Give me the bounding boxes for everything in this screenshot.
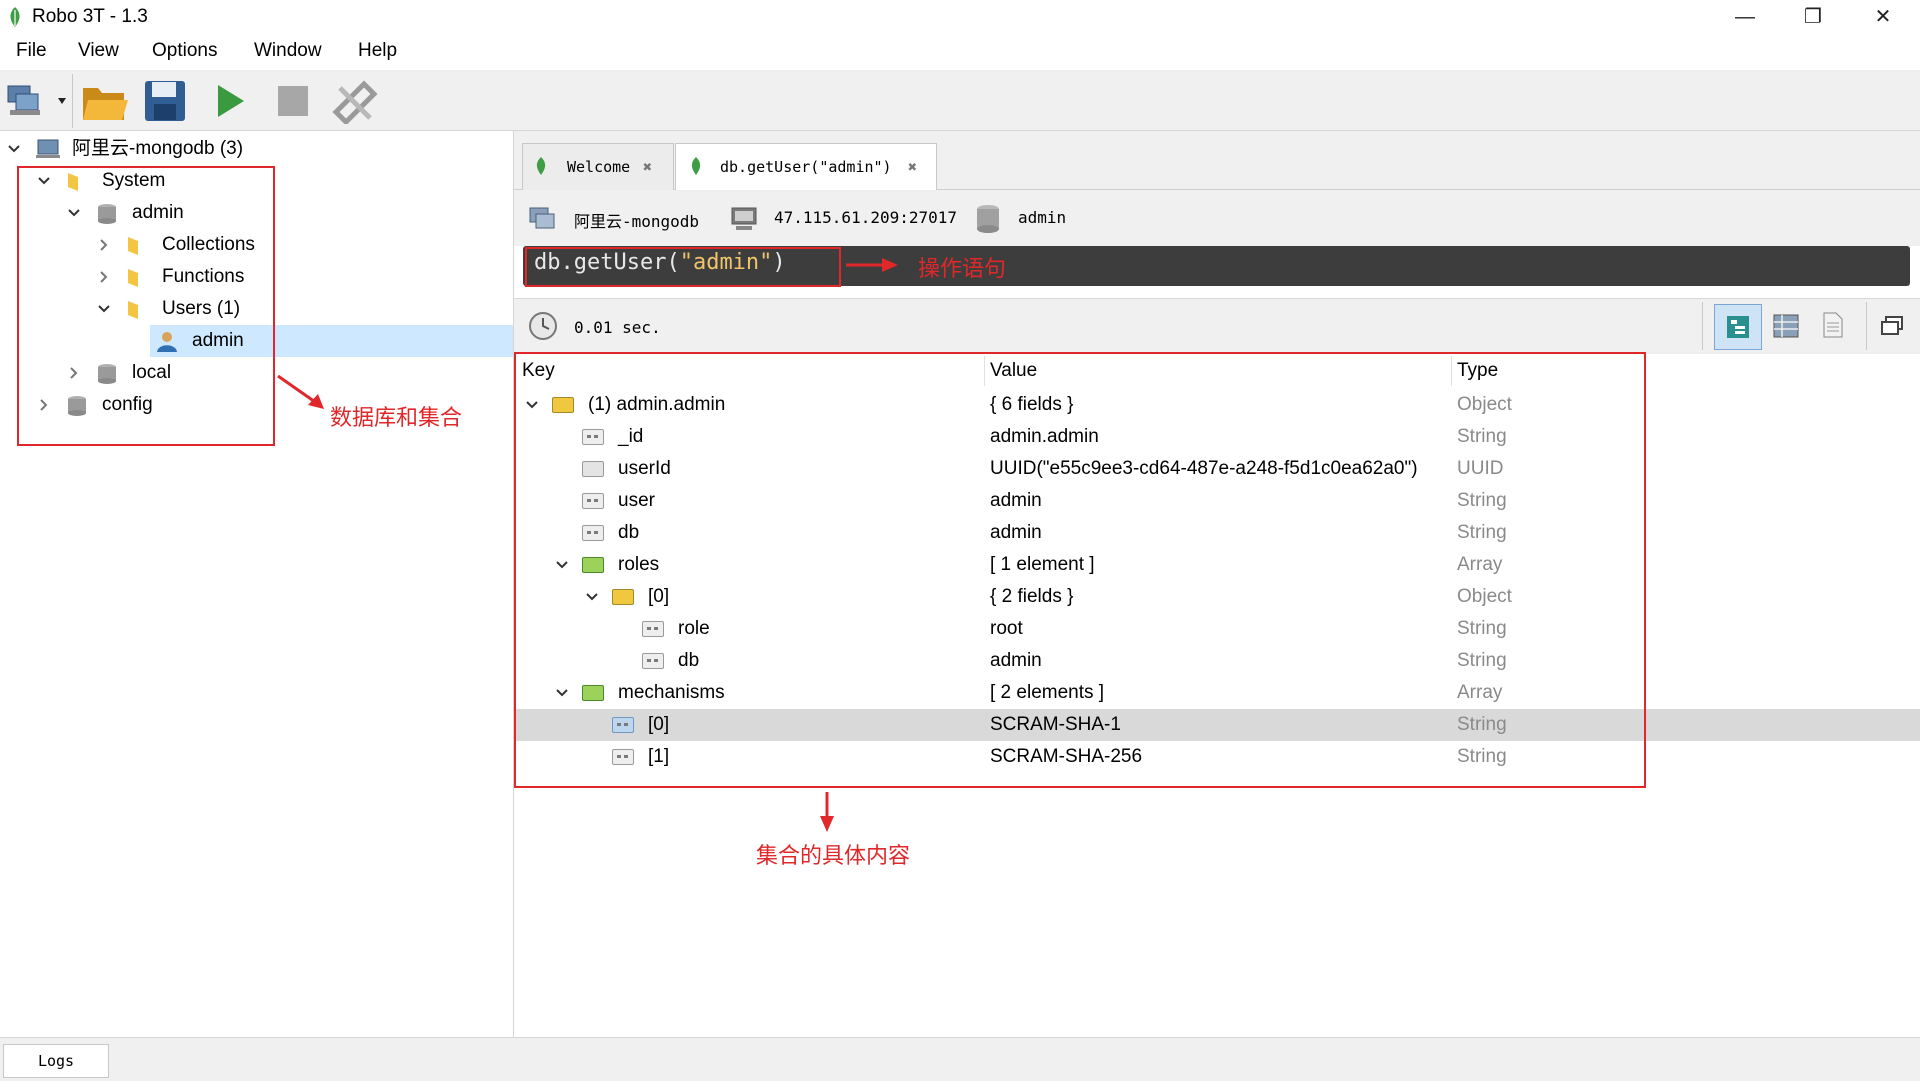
server-icon bbox=[36, 139, 60, 158]
chevron-down-icon[interactable] bbox=[6, 141, 22, 157]
database-icon bbox=[977, 205, 999, 233]
tab-query[interactable]: db.getUser("admin") ✖ bbox=[675, 143, 937, 190]
server-address: 47.115.61.209:27017 bbox=[774, 208, 958, 227]
connect-icon[interactable] bbox=[6, 82, 68, 120]
tab-welcome[interactable]: Welcome ✖ bbox=[522, 143, 674, 190]
annotation-box-query bbox=[525, 247, 841, 287]
annotation-query-note: 操作语句 bbox=[918, 257, 1007, 282]
text-view-icon[interactable] bbox=[1822, 312, 1844, 338]
annotation-arrow-icon bbox=[820, 792, 834, 832]
tab-label: db.getUser("admin") bbox=[720, 158, 892, 176]
save-icon[interactable] bbox=[142, 78, 188, 124]
refresh-icon[interactable] bbox=[330, 78, 380, 124]
clock-icon bbox=[529, 312, 557, 340]
annotation-tree-note: 数据库和集合 bbox=[330, 406, 463, 431]
close-tab-icon[interactable]: ✖ bbox=[908, 144, 917, 190]
run-icon[interactable] bbox=[214, 82, 248, 120]
toolbar-separator bbox=[72, 74, 73, 128]
connection-name: 阿里云-mongodb bbox=[574, 212, 700, 231]
tree-label: 阿里云-mongodb (3) bbox=[72, 138, 244, 159]
leaf-icon bbox=[691, 157, 701, 175]
menu-file[interactable]: File bbox=[16, 40, 47, 62]
connection-info-bar bbox=[514, 190, 1920, 246]
window-title: Robo 3T - 1.3 bbox=[32, 6, 148, 27]
annotation-arrow-icon bbox=[277, 374, 324, 409]
minimize-button[interactable]: — bbox=[1716, 0, 1774, 34]
restore-button[interactable]: ❐ bbox=[1784, 0, 1842, 34]
annotation-box-results bbox=[514, 352, 1646, 788]
tree-view-button[interactable] bbox=[1714, 304, 1762, 350]
table-view-icon[interactable] bbox=[1773, 314, 1799, 338]
leaf-icon bbox=[536, 157, 546, 175]
annotation-box-tree bbox=[17, 166, 275, 446]
logs-tab[interactable]: Logs bbox=[3, 1044, 109, 1078]
toolbar-separator bbox=[1702, 302, 1703, 350]
monitor-icon bbox=[731, 207, 757, 230]
annotation-arrow-icon bbox=[846, 258, 898, 272]
results-toolbar bbox=[514, 298, 1920, 356]
title-bar bbox=[0, 0, 1920, 34]
menu-view[interactable]: View bbox=[78, 40, 119, 62]
tree-view-icon bbox=[1727, 316, 1749, 338]
maximize-results-icon[interactable] bbox=[1880, 316, 1904, 336]
database-name: admin bbox=[1018, 208, 1067, 227]
server-icon bbox=[529, 207, 555, 229]
menu-help[interactable]: Help bbox=[358, 40, 397, 62]
stop-icon[interactable] bbox=[276, 84, 310, 118]
robo3t-logo-icon bbox=[10, 7, 20, 27]
toolbar-separator bbox=[1866, 302, 1867, 350]
tab-label: Welcome bbox=[567, 158, 631, 176]
menu-window[interactable]: Window bbox=[254, 40, 322, 62]
annotation-result-note: 集合的具体内容 bbox=[756, 844, 911, 869]
menu-options[interactable]: Options bbox=[152, 40, 217, 62]
close-window-button[interactable]: ✕ bbox=[1854, 0, 1912, 34]
open-folder-icon[interactable] bbox=[80, 78, 128, 124]
bottom-bar bbox=[0, 1037, 1920, 1081]
execution-time: 0.01 sec. bbox=[574, 318, 661, 337]
tree-item-connection[interactable]: 阿里云-mongodb (3) bbox=[0, 133, 513, 165]
close-tab-icon[interactable]: ✖ bbox=[643, 144, 652, 190]
